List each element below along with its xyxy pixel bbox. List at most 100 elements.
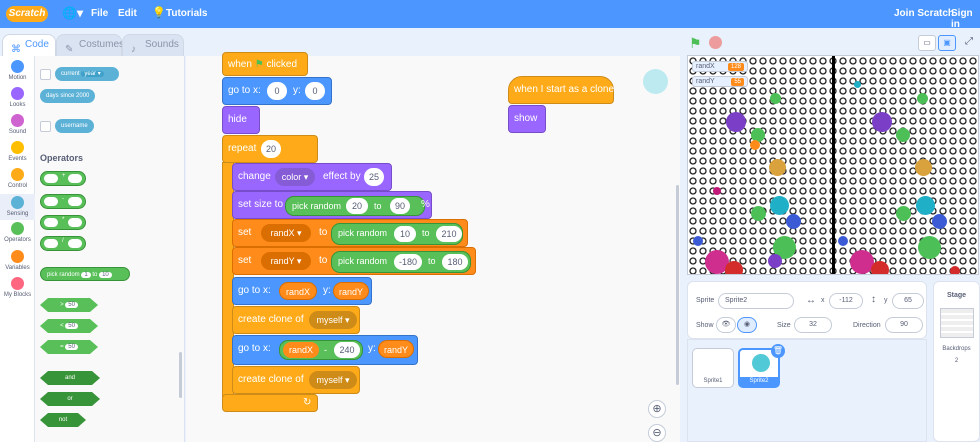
randx-reporter[interactable]: randX	[279, 282, 317, 300]
size-input[interactable]: 32	[794, 317, 832, 333]
go-to-randxy-block[interactable]: go to x: randX y: randY	[232, 277, 372, 305]
hide-visible-button[interactable]: ◉	[737, 317, 757, 333]
sprite-thumb-sprite1[interactable]: Sprite1	[692, 348, 734, 388]
hide-block[interactable]: hide	[222, 106, 260, 134]
clone-sprite	[726, 112, 746, 132]
days-since-2000-block[interactable]: days since 2000	[40, 89, 96, 103]
fullscreen-icon[interactable]: ⤢	[960, 35, 978, 51]
clone-sprite	[770, 93, 781, 104]
scratch-logo[interactable]: Scratch	[6, 6, 48, 22]
change-effect-block[interactable]: change color ▾ effect by 25	[232, 163, 392, 191]
green-flag-button[interactable]: ⚑	[689, 35, 702, 52]
edit-menu[interactable]: Edit	[118, 8, 137, 19]
tutorials-menu[interactable]: Tutorials	[166, 8, 207, 19]
clone-sprite	[770, 196, 789, 215]
palette-scrollbar[interactable]	[179, 352, 182, 398]
clone-sprite	[896, 128, 910, 142]
repeat-count-input[interactable]: 20	[261, 140, 281, 158]
set-randx-block[interactable]: set randX ▾ to pick random 10 to 210	[232, 219, 468, 247]
sprite-indicator	[643, 69, 668, 94]
events-dot-icon	[11, 141, 24, 154]
divide-block[interactable]: /	[40, 236, 86, 251]
workspace-scrollbar[interactable]	[676, 185, 679, 385]
multiply-block[interactable]: *	[40, 215, 86, 230]
and-block[interactable]: and	[40, 371, 100, 385]
category-motion[interactable]: Motion	[0, 60, 35, 81]
clone-sprite	[854, 81, 861, 88]
direction-input[interactable]: 90	[885, 317, 923, 333]
randy-reporter[interactable]: randY	[333, 282, 369, 300]
create-clone-block[interactable]: create clone of myself ▾	[232, 306, 360, 334]
set-randy-block[interactable]: set randY ▾ to pick random -180 to 180	[232, 247, 476, 275]
zoom-in-button[interactable]: ⊕	[648, 400, 666, 418]
randy-variable-dropdown[interactable]: randY ▾	[261, 252, 311, 270]
randx-variable-dropdown[interactable]: randX ▾	[261, 224, 311, 242]
backdrops-label: Backdrops	[942, 346, 971, 352]
category-variables[interactable]: Variables	[0, 250, 35, 271]
stage-canvas[interactable]: randX 128 randY 55	[687, 55, 979, 275]
small-stage-icon[interactable]: ▭	[918, 35, 936, 51]
clone-sprite	[915, 159, 932, 176]
or-block[interactable]: or	[40, 392, 100, 406]
username-checkbox[interactable]	[40, 121, 51, 132]
looks-dot-icon	[11, 87, 24, 100]
go-to-xy-block[interactable]: go to x: 0 y: 0	[222, 77, 332, 105]
category-my-blocks[interactable]: My Blocks	[0, 277, 35, 298]
pick-random-x-reporter[interactable]: pick random 10 to 210	[331, 223, 463, 245]
tab-sounds[interactable]: ♪ Sounds	[122, 34, 184, 56]
pick-random-block[interactable]: pick random 1 to 10	[40, 267, 130, 281]
trash-icon[interactable]: 🗑	[771, 344, 785, 358]
not-block[interactable]: not	[40, 413, 86, 427]
sprite-name-input[interactable]: Sprite2	[718, 293, 794, 309]
randy-reporter-2[interactable]: randY	[378, 340, 414, 358]
effect-dropdown[interactable]: color ▾	[275, 168, 315, 186]
stage-panel[interactable]: Stage Backdrops 2	[933, 281, 980, 442]
clone-sprite	[768, 254, 782, 268]
category-sensing[interactable]: Sensing	[0, 194, 35, 220]
y-arrows-icon: ↕	[871, 294, 876, 305]
category-operators[interactable]: Operators	[0, 222, 35, 243]
show-visible-button[interactable]: 👁	[716, 317, 736, 333]
repeat-block[interactable]: repeat 20	[222, 135, 318, 163]
subtract-reporter[interactable]: randX - 240	[279, 340, 363, 360]
when-start-as-clone-block[interactable]: when I start as a clone	[508, 76, 614, 104]
tab-costumes[interactable]: ✎ Costumes	[56, 34, 124, 56]
set-size-block[interactable]: set size to pick random 20 to 90 %	[232, 191, 432, 219]
pick-random-reporter[interactable]: pick random 20 to 90	[285, 196, 425, 216]
operators-heading: Operators	[40, 153, 84, 163]
greater-than-block[interactable]: > 50	[40, 298, 98, 312]
file-menu[interactable]: File	[91, 8, 108, 19]
current-year-block[interactable]: current year ▾	[55, 67, 119, 81]
globe-icon[interactable]: 🌐▾	[62, 6, 83, 20]
large-stage-icon[interactable]: ▣	[938, 35, 956, 51]
go-to-offset-block[interactable]: go to x: randX - 240 y: randY	[232, 335, 418, 365]
sound-dot-icon	[11, 114, 24, 127]
category-sound[interactable]: Sound	[0, 114, 35, 135]
goto-y-input[interactable]: 0	[305, 82, 325, 100]
category-control[interactable]: Control	[0, 168, 35, 189]
less-than-block[interactable]: < 50	[40, 319, 98, 333]
category-looks[interactable]: Looks	[0, 87, 35, 108]
x-position-input[interactable]: -112	[829, 293, 863, 309]
join-scratch-link[interactable]: Join Scratch	[894, 8, 954, 19]
clone-target-dropdown[interactable]: myself ▾	[309, 311, 357, 329]
category-events[interactable]: Events	[0, 141, 35, 162]
effect-value-input[interactable]: 25	[364, 168, 384, 186]
goto-x-input[interactable]: 0	[267, 82, 287, 100]
zoom-out-button[interactable]: ⊖	[648, 424, 666, 442]
show-block[interactable]: show	[508, 105, 546, 133]
username-block[interactable]: username	[55, 119, 94, 133]
tab-code[interactable]: ⌘ Code	[2, 34, 56, 56]
lightbulb-icon[interactable]: 💡	[152, 6, 166, 19]
current-checkbox[interactable]	[40, 69, 51, 80]
y-position-input[interactable]: 65	[892, 293, 924, 309]
add-block[interactable]: +	[40, 171, 86, 186]
stop-button[interactable]	[709, 36, 722, 49]
equals-block[interactable]: = 50	[40, 340, 98, 354]
create-clone-block-2[interactable]: create clone of myself ▾	[232, 366, 360, 394]
sign-in-link[interactable]: Sign in	[951, 8, 980, 30]
subtract-block[interactable]: -	[40, 194, 86, 209]
pick-random-y-reporter[interactable]: pick random -180 to 180	[331, 251, 471, 273]
when-flag-clicked-block[interactable]: when ⚑ clicked	[222, 52, 308, 76]
clone-target-dropdown-2[interactable]: myself ▾	[309, 371, 357, 389]
